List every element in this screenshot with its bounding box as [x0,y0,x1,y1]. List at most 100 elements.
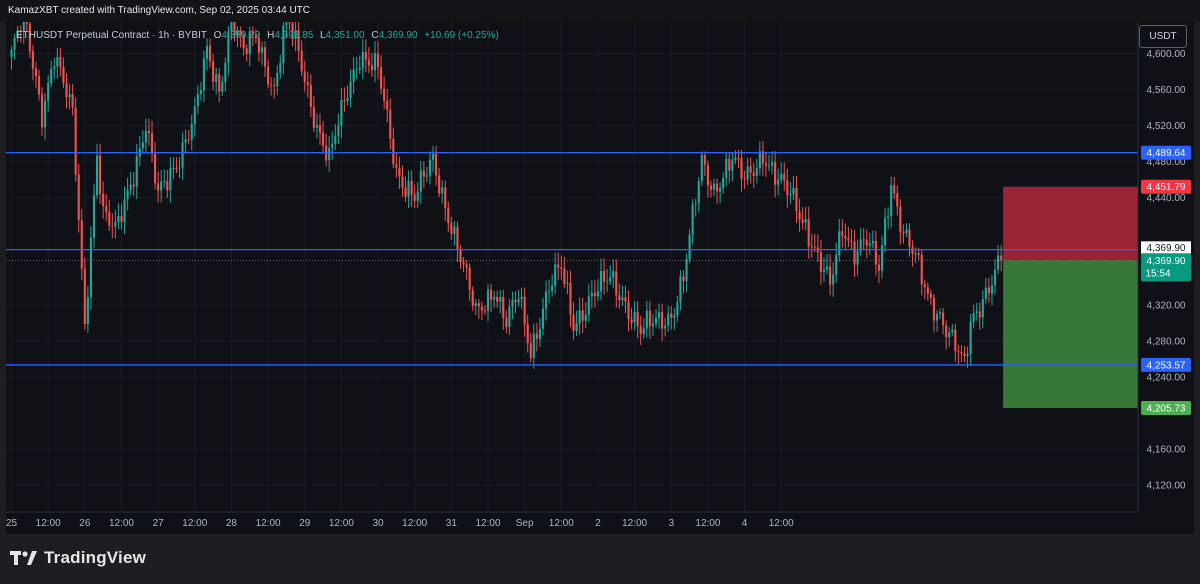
candle [694,198,697,217]
candle [373,41,377,83]
candle-body [810,246,813,248]
time-tick-label: 12:00 [109,518,134,529]
candle-body [202,58,206,91]
currency-button[interactable]: USDT [1139,25,1187,48]
entry-price-tag[interactable]: 4,369.90 [1141,241,1191,254]
candle-body [361,51,364,68]
time-tick-label: 26 [79,518,91,529]
candle-body [645,310,648,329]
candle-body [404,187,407,197]
candle [62,57,65,89]
candle-body [71,94,74,108]
candle [474,299,477,316]
candle-body [896,193,899,207]
candle-body [489,289,493,300]
candle-body [593,292,596,297]
candle-body [774,162,777,185]
candle-body [520,296,523,299]
candle-body [987,287,990,294]
candle [431,145,435,173]
candle [169,157,172,203]
candle [557,252,560,281]
stop-price-tag[interactable]: 4,451.79 [1141,179,1191,194]
candle-body [499,296,502,302]
candle [413,184,416,209]
candle [199,81,202,101]
candle [877,254,881,284]
candle [673,308,676,330]
level-price-tag[interactable]: 4,253.57 [1141,357,1191,372]
candle [31,45,34,81]
candle [499,290,502,314]
candles [10,22,1003,369]
candle [83,257,86,330]
candle-body [41,94,44,128]
candle [856,239,859,276]
candle-body [380,67,383,89]
chart-frame[interactable]: 4,600.00 4,560.00 4,520.00 4,480.00 4,440.00… [6,22,1194,534]
candle [416,181,419,209]
candle-body [334,136,337,144]
candle [315,113,319,139]
candle-body [132,184,135,187]
candle-body [471,290,474,306]
candle-body [569,283,572,315]
candle-body [184,139,187,143]
level-price-tag[interactable]: 4,489.64 [1141,145,1191,160]
candle [309,74,312,117]
candle-body [822,269,826,272]
candle [884,208,887,253]
candle [86,285,89,333]
candle [208,38,212,68]
candle-body [884,217,887,246]
candle-body [945,325,948,338]
candle [65,73,68,109]
candle [267,59,270,89]
target-price-tag[interactable]: 4,205.73 [1141,400,1191,415]
candle-body [157,183,160,191]
candle-body [44,100,47,128]
candle [312,95,315,133]
candle [355,56,358,80]
candle-body [639,326,642,334]
candle [743,170,746,189]
candle-body [373,53,377,71]
candle [95,143,99,199]
candle [612,259,615,288]
candle [538,318,541,347]
time-tick-label: 25 [6,518,18,529]
candle [645,300,648,338]
candle-body [181,142,184,168]
candle [517,290,520,307]
candle [129,171,132,196]
candle [709,180,713,198]
candle [777,168,780,196]
candle-body [328,147,331,161]
price-chart[interactable]: 4,600.004,560.004,520.004,480.004,440.00… [6,22,1194,534]
take-profit-zone[interactable] [1003,260,1159,408]
candle [422,161,425,188]
candle-body [62,66,65,84]
candle-body [908,229,911,247]
candle [80,209,83,281]
candle [783,162,786,191]
time-axis[interactable]: 25 12:00 26 12:00 27 12:00 28 12:00 29 12:00 30 12:… [6,511,1138,529]
candle [456,221,459,262]
candle [599,258,603,301]
candle [187,129,190,145]
candle-body [942,312,945,326]
candle-body [215,74,218,82]
horizontal-levels[interactable] [6,152,1138,366]
candle [218,67,221,103]
target-price-tag-text: 4,205.73 [1147,403,1186,414]
short-position-tool[interactable] [1003,186,1159,408]
candle [389,98,392,150]
candle-body [541,308,545,329]
candle [932,294,936,333]
candle-body [722,178,725,188]
candle-body [529,343,532,358]
price-axis[interactable]: 4,600.004,560.004,520.004,480.004,440.00… [1137,22,1194,534]
current-price-tag[interactable]: 4,369.9015:54 [1141,253,1191,282]
candle-body [425,175,428,177]
candle [951,323,954,337]
